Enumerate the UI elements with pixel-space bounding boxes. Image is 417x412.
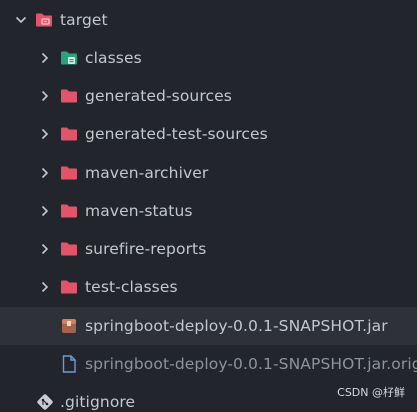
jar-file-icon (60, 318, 78, 334)
chevron-right-icon[interactable] (38, 127, 52, 141)
tree-item-label: springboot-deploy-0.0.1-SNAPSHOT.jar.ori… (85, 355, 417, 373)
tree-item-generated-sources[interactable]: generated-sources (0, 77, 417, 115)
tree-item-label: generated-test-sources (85, 125, 268, 143)
tree-item-maven-archiver[interactable]: maven-archiver (0, 154, 417, 192)
chevron-right-icon[interactable] (38, 166, 52, 180)
tree-item-test-classes[interactable]: test-classes (0, 268, 417, 306)
tree-item-surefire-reports[interactable]: surefire-reports (0, 230, 417, 268)
folder-icon (60, 241, 78, 257)
file-icon (60, 355, 78, 373)
git-icon (36, 394, 54, 410)
folder-icon (60, 279, 78, 295)
tree-item-label: maven-archiver (85, 164, 209, 182)
tree-item-label: generated-sources (85, 87, 232, 105)
tree-item-maven-status[interactable]: maven-status (0, 192, 417, 230)
chevron-right-icon[interactable] (38, 204, 52, 218)
folder-icon (60, 203, 78, 219)
tree-item-generated-test-sources[interactable]: generated-test-sources (0, 115, 417, 153)
chevron-right-icon[interactable] (38, 51, 52, 65)
folder-classes-icon (60, 50, 78, 66)
tree-item-target[interactable]: target (0, 1, 417, 39)
tree-item-label: surefire-reports (85, 240, 207, 258)
chevron-right-icon[interactable] (38, 242, 52, 256)
chevron-down-icon[interactable] (14, 13, 28, 27)
watermark: CSDN @杍鲜 (337, 386, 405, 399)
tree-item-label: maven-status (85, 202, 193, 220)
tree-item-label: classes (85, 49, 142, 67)
chevron-right-icon[interactable] (38, 280, 52, 294)
tree-item-classes[interactable]: classes (0, 39, 417, 77)
folder-target-icon (35, 12, 53, 28)
folder-icon (60, 165, 78, 181)
chevron-right-icon[interactable] (38, 89, 52, 103)
tree-item-label: test-classes (85, 278, 178, 296)
folder-icon (60, 88, 78, 104)
file-explorer-tree: target classes generated-sources generat… (0, 0, 417, 412)
tree-item-springboot-jar[interactable]: springboot-deploy-0.0.1-SNAPSHOT.jar (0, 307, 417, 345)
tree-item-label: target (60, 11, 108, 29)
tree-item-label: .gitignore (60, 393, 136, 411)
tree-item-springboot-jar-original[interactable]: springboot-deploy-0.0.1-SNAPSHOT.jar.ori… (0, 345, 417, 383)
tree-item-label: springboot-deploy-0.0.1-SNAPSHOT.jar (85, 317, 388, 335)
folder-icon (60, 126, 78, 142)
